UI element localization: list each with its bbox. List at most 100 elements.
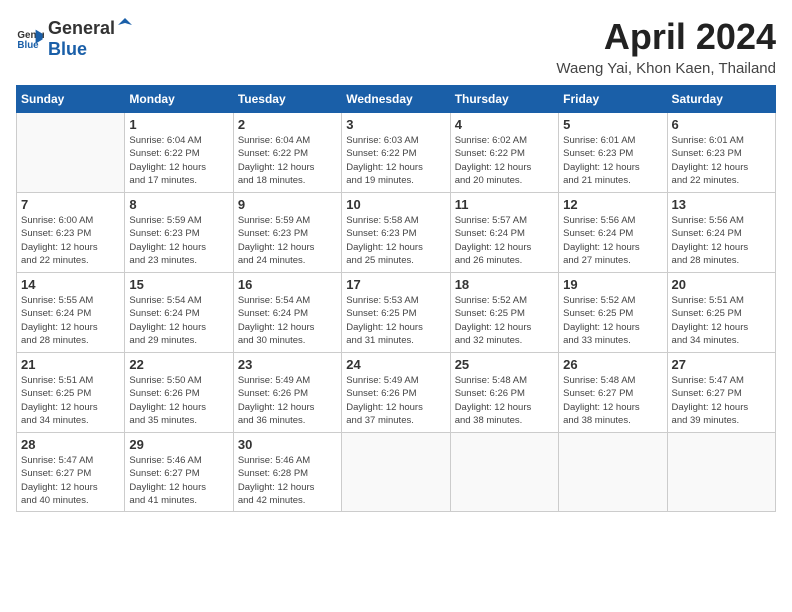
calendar-cell: 7 Sunrise: 6:00 AMSunset: 6:23 PMDaylight… xyxy=(17,193,125,273)
calendar-cell: 4 Sunrise: 6:02 AMSunset: 6:22 PMDaylight… xyxy=(450,113,558,193)
day-number: 21 xyxy=(21,357,120,372)
day-info: Sunrise: 5:52 AMSunset: 6:25 PMDaylight:… xyxy=(563,294,662,347)
day-number: 3 xyxy=(346,117,445,132)
calendar-week-row: 14Sunrise: 5:55 AMSunset: 6:24 PMDayligh… xyxy=(17,273,776,353)
calendar-cell: 16 Sunrise: 5:54 AMSunset: 6:24 PMDayligh… xyxy=(233,273,341,353)
day-info: Sunrise: 5:56 AMSunset: 6:24 PMDaylight:… xyxy=(563,214,662,267)
calendar-cell: 26 Sunrise: 5:48 AMSunset: 6:27 PMDayligh… xyxy=(559,353,667,433)
calendar-cell: 1Sunrise: 6:04 AMSunset: 6:22 PMDaylight… xyxy=(125,113,233,193)
day-info: Sunrise: 5:46 AMSunset: 6:28 PMDaylight:… xyxy=(238,454,337,507)
calendar-cell: 9 Sunrise: 5:59 AMSunset: 6:23 PMDaylight… xyxy=(233,193,341,273)
location-title: Waeng Yai, Khon Kaen, Thailand xyxy=(556,60,776,77)
calendar-cell xyxy=(17,113,125,193)
calendar-cell: 15 Sunrise: 5:54 AMSunset: 6:24 PMDayligh… xyxy=(125,273,233,353)
calendar-cell: 25 Sunrise: 5:48 AMSunset: 6:26 PMDayligh… xyxy=(450,353,558,433)
weekday-header-cell: Wednesday xyxy=(342,86,450,113)
day-number: 2 xyxy=(238,117,337,132)
day-info: Sunrise: 5:56 AMSunset: 6:24 PMDaylight:… xyxy=(672,214,771,267)
weekday-header-row: SundayMondayTuesdayWednesdayThursdayFrid… xyxy=(17,86,776,113)
day-info: Sunrise: 6:00 AMSunset: 6:23 PMDaylight:… xyxy=(21,214,120,267)
calendar-cell: 17 Sunrise: 5:53 AMSunset: 6:25 PMDayligh… xyxy=(342,273,450,353)
header: General Blue General Blue April 2024 Wae… xyxy=(16,16,776,77)
day-number: 6 xyxy=(672,117,771,132)
calendar-week-row: 21 Sunrise: 5:51 AMSunset: 6:25 PMDayligh… xyxy=(17,353,776,433)
weekday-header-cell: Friday xyxy=(559,86,667,113)
day-number: 9 xyxy=(238,197,337,212)
calendar-cell: 2 Sunrise: 6:04 AMSunset: 6:22 PMDaylight… xyxy=(233,113,341,193)
calendar-cell: 3 Sunrise: 6:03 AMSunset: 6:22 PMDaylight… xyxy=(342,113,450,193)
day-info: Sunrise: 5:48 AMSunset: 6:27 PMDaylight:… xyxy=(563,374,662,427)
day-info: Sunrise: 5:48 AMSunset: 6:26 PMDaylight:… xyxy=(455,374,554,427)
logo-bird-icon xyxy=(116,16,134,34)
day-number: 28 xyxy=(21,437,120,452)
day-info: Sunrise: 6:01 AMSunset: 6:23 PMDaylight:… xyxy=(563,134,662,187)
calendar-cell xyxy=(450,433,558,512)
day-number: 23 xyxy=(238,357,337,372)
day-number: 24 xyxy=(346,357,445,372)
day-info: Sunrise: 5:59 AMSunset: 6:23 PMDaylight:… xyxy=(129,214,228,267)
day-number: 22 xyxy=(129,357,228,372)
day-number: 16 xyxy=(238,277,337,292)
calendar-cell xyxy=(559,433,667,512)
day-number: 7 xyxy=(21,197,120,212)
day-info: Sunrise: 5:47 AMSunset: 6:27 PMDaylight:… xyxy=(21,454,120,507)
calendar-week-row: 28 Sunrise: 5:47 AMSunset: 6:27 PMDayligh… xyxy=(17,433,776,512)
calendar-cell: 6 Sunrise: 6:01 AMSunset: 6:23 PMDaylight… xyxy=(667,113,775,193)
calendar-cell: 14Sunrise: 5:55 AMSunset: 6:24 PMDayligh… xyxy=(17,273,125,353)
calendar-cell xyxy=(667,433,775,512)
day-info: Sunrise: 5:49 AMSunset: 6:26 PMDaylight:… xyxy=(238,374,337,427)
day-info: Sunrise: 5:47 AMSunset: 6:27 PMDaylight:… xyxy=(672,374,771,427)
day-number: 29 xyxy=(129,437,228,452)
calendar-cell xyxy=(342,433,450,512)
day-info: Sunrise: 6:01 AMSunset: 6:23 PMDaylight:… xyxy=(672,134,771,187)
day-info: Sunrise: 6:02 AMSunset: 6:22 PMDaylight:… xyxy=(455,134,554,187)
day-info: Sunrise: 5:55 AMSunset: 6:24 PMDaylight:… xyxy=(21,294,120,347)
day-number: 13 xyxy=(672,197,771,212)
day-number: 30 xyxy=(238,437,337,452)
day-number: 8 xyxy=(129,197,228,212)
calendar-week-row: 1Sunrise: 6:04 AMSunset: 6:22 PMDaylight… xyxy=(17,113,776,193)
day-info: Sunrise: 5:54 AMSunset: 6:24 PMDaylight:… xyxy=(129,294,228,347)
logo: General Blue General Blue xyxy=(16,16,135,60)
day-number: 10 xyxy=(346,197,445,212)
weekday-header-cell: Thursday xyxy=(450,86,558,113)
weekday-header-cell: Monday xyxy=(125,86,233,113)
day-info: Sunrise: 5:52 AMSunset: 6:25 PMDaylight:… xyxy=(455,294,554,347)
logo-blue-text: Blue xyxy=(48,39,87,59)
day-number: 17 xyxy=(346,277,445,292)
logo-icon: General Blue xyxy=(16,24,44,52)
day-info: Sunrise: 5:51 AMSunset: 6:25 PMDaylight:… xyxy=(21,374,120,427)
calendar-cell: 18 Sunrise: 5:52 AMSunset: 6:25 PMDayligh… xyxy=(450,273,558,353)
day-info: Sunrise: 5:54 AMSunset: 6:24 PMDaylight:… xyxy=(238,294,337,347)
calendar-week-row: 7 Sunrise: 6:00 AMSunset: 6:23 PMDaylight… xyxy=(17,193,776,273)
calendar-cell: 19Sunrise: 5:52 AMSunset: 6:25 PMDayligh… xyxy=(559,273,667,353)
day-info: Sunrise: 6:04 AMSunset: 6:22 PMDaylight:… xyxy=(129,134,228,187)
day-info: Sunrise: 6:04 AMSunset: 6:22 PMDaylight:… xyxy=(238,134,337,187)
day-number: 5 xyxy=(563,117,662,132)
calendar-cell: 11 Sunrise: 5:57 AMSunset: 6:24 PMDayligh… xyxy=(450,193,558,273)
svg-text:Blue: Blue xyxy=(17,40,39,51)
day-number: 11 xyxy=(455,197,554,212)
day-info: Sunrise: 5:53 AMSunset: 6:25 PMDaylight:… xyxy=(346,294,445,347)
day-info: Sunrise: 6:03 AMSunset: 6:22 PMDaylight:… xyxy=(346,134,445,187)
day-info: Sunrise: 5:59 AMSunset: 6:23 PMDaylight:… xyxy=(238,214,337,267)
day-number: 4 xyxy=(455,117,554,132)
calendar-cell: 21 Sunrise: 5:51 AMSunset: 6:25 PMDayligh… xyxy=(17,353,125,433)
day-number: 15 xyxy=(129,277,228,292)
calendar-cell: 5 Sunrise: 6:01 AMSunset: 6:23 PMDaylight… xyxy=(559,113,667,193)
calendar-cell: 8 Sunrise: 5:59 AMSunset: 6:23 PMDaylight… xyxy=(125,193,233,273)
day-info: Sunrise: 5:57 AMSunset: 6:24 PMDaylight:… xyxy=(455,214,554,267)
title-area: April 2024 Waeng Yai, Khon Kaen, Thailan… xyxy=(556,16,776,77)
day-number: 25 xyxy=(455,357,554,372)
calendar-cell: 23 Sunrise: 5:49 AMSunset: 6:26 PMDayligh… xyxy=(233,353,341,433)
month-title: April 2024 xyxy=(556,16,776,58)
day-info: Sunrise: 5:51 AMSunset: 6:25 PMDaylight:… xyxy=(672,294,771,347)
day-number: 18 xyxy=(455,277,554,292)
calendar-cell: 24Sunrise: 5:49 AMSunset: 6:26 PMDayligh… xyxy=(342,353,450,433)
calendar-cell: 29Sunrise: 5:46 AMSunset: 6:27 PMDayligh… xyxy=(125,433,233,512)
calendar-body: 1Sunrise: 6:04 AMSunset: 6:22 PMDaylight… xyxy=(17,113,776,512)
day-number: 26 xyxy=(563,357,662,372)
day-number: 27 xyxy=(672,357,771,372)
calendar-cell: 20Sunrise: 5:51 AMSunset: 6:25 PMDayligh… xyxy=(667,273,775,353)
day-number: 12 xyxy=(563,197,662,212)
